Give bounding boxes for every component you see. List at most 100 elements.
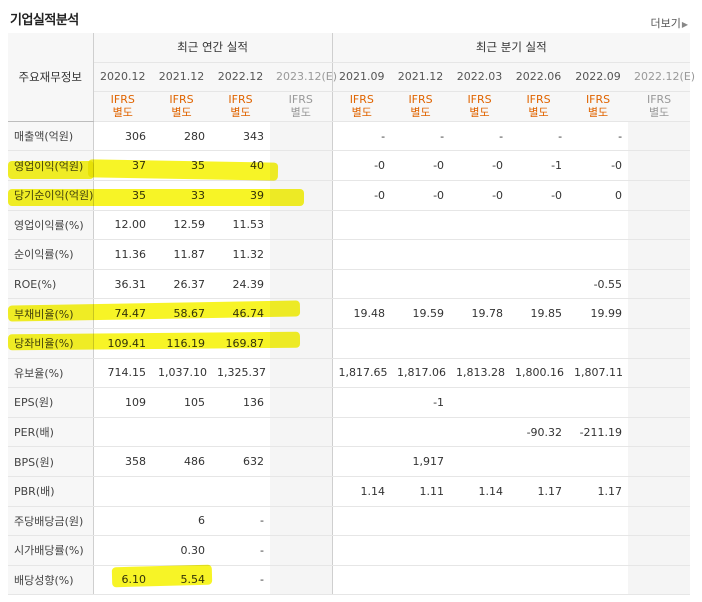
table-row: BPS(원) 358 486 632 1,917 (8, 446, 691, 477)
value-annual (270, 239, 333, 270)
value-quarter: 1,817.65 (332, 358, 392, 389)
row-label: 순이익률(%) (8, 239, 94, 270)
table-row: ROE(%) 36.31 26.37 24.39 -0.55 (8, 269, 691, 300)
value-annual: 11.87 (152, 239, 211, 270)
value-quarter: - (450, 121, 510, 152)
period-quarter: 2022.12(E) (628, 62, 695, 93)
table-row: 유보율(%) 714.15 1,037.10 1,325.37 1,817.65 1,81… (8, 358, 691, 389)
basis-standard: IFRS (288, 93, 313, 107)
value-annual (270, 121, 333, 152)
period-quarter: 2021.12 (391, 62, 451, 93)
value-annual: 109 (93, 387, 152, 418)
value-quarter (391, 535, 451, 566)
value-quarter (628, 210, 691, 241)
value-quarter (332, 328, 392, 359)
value-quarter: 1,917 (391, 446, 451, 477)
row-label: ROE(%) (8, 269, 94, 300)
value-quarter (450, 239, 510, 270)
value-quarter (450, 210, 510, 241)
row-label: 유보율(%) (8, 358, 94, 389)
row-label: PBR(배) (8, 476, 94, 507)
value-annual: 11.53 (211, 210, 270, 241)
row-label: 영업이익률(%) (8, 210, 94, 241)
header-label-col: 주요재무정보 (8, 33, 94, 122)
value-annual (211, 417, 270, 448)
value-annual: 343 (211, 121, 270, 152)
basis-type: 별도 (587, 106, 609, 120)
value-quarter (628, 298, 691, 329)
value-quarter (391, 328, 451, 359)
value-annual: 1,037.10 (152, 358, 211, 389)
value-annual (93, 506, 152, 537)
basis-label: IFRS 별도 (568, 91, 629, 122)
table-row: PER(배) -90.32 -211.19 (8, 417, 691, 448)
value-quarter (568, 239, 629, 270)
value-annual (270, 150, 333, 181)
basis-label: IFRS 별도 (628, 91, 691, 122)
value-quarter: -90.32 (509, 417, 569, 448)
table-row: 순이익률(%) 11.36 11.87 11.32 (8, 239, 691, 270)
highlight-operating-income (87, 159, 279, 181)
value-quarter (391, 417, 451, 448)
value-annual (152, 476, 211, 507)
value-quarter (450, 387, 510, 418)
basis-standard: IFRS (408, 93, 433, 107)
row-label: EPS(원) (8, 387, 94, 418)
value-annual: 24.39 (211, 269, 270, 300)
row-label: BPS(원) (8, 446, 94, 477)
value-quarter: 1,817.06 (391, 358, 451, 389)
value-quarter (568, 328, 629, 359)
header-annual-group: 최근 연간 실적 (93, 33, 333, 63)
value-quarter (628, 446, 691, 477)
value-annual (270, 535, 333, 566)
period-quarter: 2022.06 (509, 62, 569, 93)
value-quarter: -0 (332, 180, 392, 211)
value-annual: 136 (211, 387, 270, 418)
value-quarter (450, 417, 510, 448)
value-quarter (628, 328, 691, 359)
basis-label: IFRS 별도 (211, 91, 270, 122)
value-quarter: 19.59 (391, 298, 451, 329)
value-annual: 11.36 (93, 239, 152, 270)
basis-type: 별도 (469, 106, 490, 120)
value-annual: 36.31 (93, 269, 152, 300)
value-quarter: 19.85 (509, 298, 569, 329)
value-quarter (332, 506, 392, 537)
value-annual (270, 506, 333, 537)
basis-standard: IFRS (110, 93, 135, 107)
value-quarter: 1,800.16 (509, 358, 569, 389)
value-quarter: -1 (509, 150, 569, 181)
value-quarter (509, 210, 569, 241)
value-quarter (509, 269, 569, 300)
value-quarter (509, 446, 569, 477)
table-row: 배당성향(%)6.105.54- (8, 565, 691, 596)
value-annual (270, 210, 333, 241)
value-quarter (628, 180, 691, 211)
value-quarter (332, 446, 392, 477)
basis-label: IFRS 별도 (332, 91, 392, 122)
more-link[interactable]: 더보기▶ (650, 15, 688, 31)
value-annual (270, 476, 333, 507)
header-quarter-group: 최근 분기 실적 (332, 33, 691, 63)
basis-standard: IFRS (349, 93, 374, 107)
value-annual (152, 417, 211, 448)
value-annual: - (211, 535, 270, 566)
value-quarter: - (391, 121, 451, 152)
value-annual (270, 565, 333, 596)
basis-label: IFRS 별도 (270, 91, 333, 122)
value-quarter (628, 269, 691, 300)
value-quarter (628, 121, 691, 152)
value-quarter: 1,807.11 (568, 358, 629, 389)
value-quarter: -0.55 (568, 269, 629, 300)
basis-type: 별도 (528, 106, 549, 120)
value-quarter (332, 210, 392, 241)
value-annual (270, 387, 333, 418)
value-quarter: -0 (332, 150, 392, 181)
value-annual: 105 (152, 387, 211, 418)
basis-type: 별도 (230, 106, 251, 120)
highlight-net-income (8, 189, 304, 206)
value-quarter: -0 (450, 150, 510, 181)
row-label: PER(배) (8, 417, 94, 448)
more-label: 더보기 (650, 17, 681, 30)
value-quarter (509, 506, 569, 537)
